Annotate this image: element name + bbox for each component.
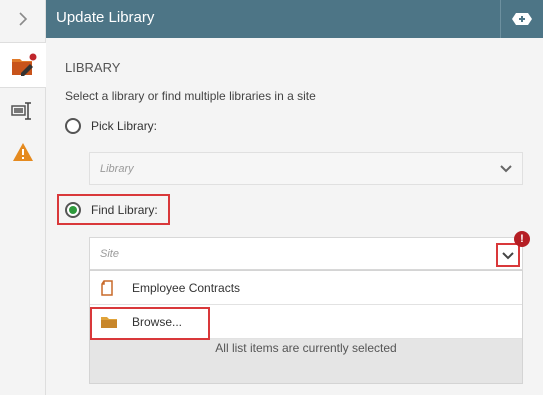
radio-selected-dot: [69, 206, 77, 214]
rail-item-warnings[interactable]: [0, 136, 46, 168]
site-dropdown[interactable]: Site: [89, 237, 523, 270]
rail-item-library[interactable]: [0, 42, 47, 88]
list-item-employee-contracts[interactable]: Employee Contracts: [90, 271, 522, 305]
section-description: Select a library or find multiple librar…: [65, 89, 316, 103]
section-title: LIBRARY: [65, 60, 121, 75]
text-field-icon: [11, 102, 31, 120]
pick-library-radio[interactable]: [65, 118, 81, 134]
chevron-down-icon: [500, 165, 512, 173]
chevron-right-icon: [19, 12, 28, 26]
panel-header: Update Library: [46, 0, 543, 38]
warning-icon: [13, 143, 33, 161]
library-dropdown[interactable]: Library: [89, 152, 523, 185]
library-edit-icon: [11, 53, 36, 76]
browse-highlight: [90, 307, 210, 340]
header-divider: [500, 0, 501, 38]
add-tag-icon: [512, 13, 532, 25]
panel-title: Update Library: [56, 9, 155, 26]
selection-status: All list items are currently selected: [215, 341, 397, 355]
find-library-label: Find Library:: [91, 203, 158, 217]
add-button[interactable]: [511, 8, 533, 30]
find-library-option[interactable]: Find Library:: [65, 202, 158, 218]
properties-panel: LIBRARY Select a library or find multipl…: [46, 38, 543, 395]
library-placeholder: Library: [100, 163, 134, 175]
rail-item-text-field[interactable]: [0, 96, 46, 126]
site-placeholder: Site: [100, 248, 119, 260]
site-dropdown-toggle[interactable]: [496, 243, 520, 267]
document-icon: [101, 280, 113, 296]
left-rail: [0, 0, 47, 395]
error-badge: !: [514, 231, 530, 247]
pick-library-label: Pick Library:: [91, 119, 158, 133]
pick-library-option[interactable]: Pick Library:: [65, 118, 157, 134]
chevron-down-icon: [502, 252, 514, 260]
expand-panel-button[interactable]: [0, 0, 46, 38]
find-library-radio[interactable]: [65, 202, 81, 218]
list-item-label: Employee Contracts: [132, 281, 241, 295]
